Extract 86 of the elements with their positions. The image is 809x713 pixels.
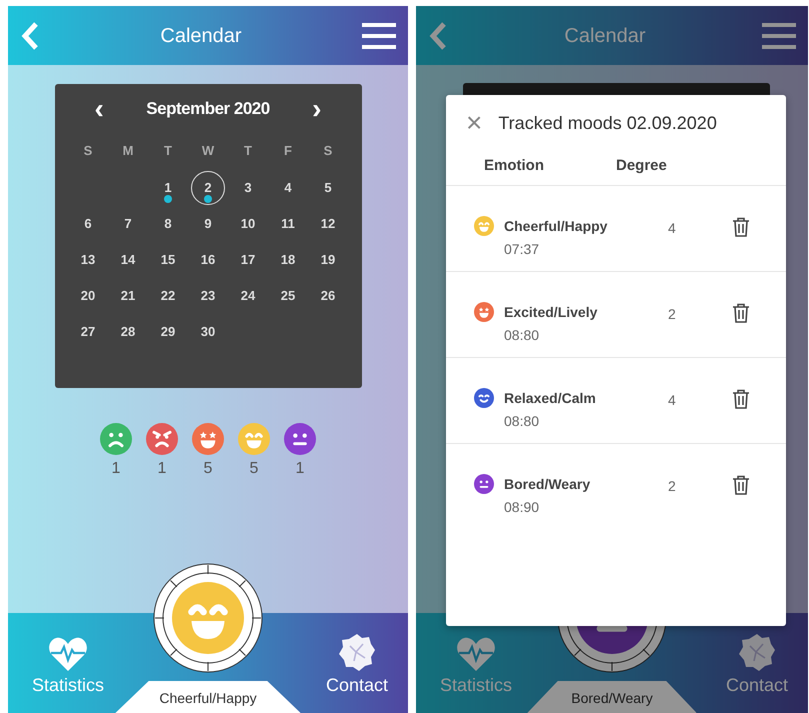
calendar-day[interactable]: 12 xyxy=(311,207,345,241)
cluster-icon xyxy=(338,632,376,672)
mood-count: 1 xyxy=(112,459,120,479)
calendar-day[interactable]: 14 xyxy=(111,243,145,277)
entry-time: 07:37 xyxy=(504,240,540,258)
dialog-title: Tracked moods 02.09.2020 xyxy=(498,112,717,134)
delete-button[interactable] xyxy=(732,302,750,326)
calendar-day[interactable]: 26 xyxy=(311,279,345,313)
calendar-day[interactable]: 17 xyxy=(231,243,265,277)
mood-face-icon xyxy=(146,423,178,455)
calendar-day[interactable]: 30 xyxy=(191,315,225,349)
mood-face-icon xyxy=(474,302,494,322)
calendar-day[interactable]: 28 xyxy=(111,315,145,349)
calendar-day[interactable]: 25 xyxy=(271,279,305,313)
calendar-day[interactable]: 15 xyxy=(151,243,185,277)
mood-face-icon xyxy=(238,423,270,455)
weekday-label: T xyxy=(243,142,253,160)
calendar-day[interactable]: 27 xyxy=(71,315,105,349)
calendar-day[interactable]: 9 xyxy=(191,207,225,241)
mood-count: 1 xyxy=(296,459,304,479)
column-header: Emotion xyxy=(484,156,545,176)
degree-value: 2 xyxy=(668,304,677,324)
mood-dial[interactable] xyxy=(153,563,263,673)
emotion-name: Bored/Weary xyxy=(504,474,590,494)
weekday-label: F xyxy=(283,142,293,160)
calendar-day[interactable]: 13 xyxy=(71,243,105,277)
degree-value: 4 xyxy=(668,218,677,238)
mood-face-icon xyxy=(100,423,132,455)
degree-value: 4 xyxy=(668,390,677,410)
weekday-label: S xyxy=(322,142,334,160)
entry-time: 08:80 xyxy=(504,412,540,430)
mood-face-icon xyxy=(474,474,494,494)
mood-count: 5 xyxy=(204,459,212,479)
calendar-day[interactable]: 4 xyxy=(271,171,305,205)
delete-button[interactable] xyxy=(732,388,750,412)
cluster-icon xyxy=(738,632,776,672)
calendar-day[interactable]: 18 xyxy=(271,243,305,277)
screen-title: Calendar xyxy=(160,24,242,48)
calendar-day[interactable]: 1 xyxy=(151,171,185,205)
entry-time: 08:80 xyxy=(504,326,540,344)
weekday-label: M xyxy=(122,142,134,160)
column-header: Degree xyxy=(616,156,667,176)
calendar-day[interactable]: 5 xyxy=(311,171,345,205)
mood-face-icon xyxy=(284,423,316,455)
calendar-day[interactable]: 3 xyxy=(231,171,265,205)
calendar-day[interactable]: 10 xyxy=(231,207,265,241)
prev-month-button[interactable]: ‹ xyxy=(90,95,108,123)
entry-time: 08:90 xyxy=(504,498,540,516)
calendar-day[interactable]: 7 xyxy=(111,207,145,241)
calendar-day[interactable]: 22 xyxy=(151,279,185,313)
emotion-name: Cheerful/Happy xyxy=(504,216,608,236)
mood-label: Cheerful/Happy xyxy=(115,681,301,713)
calendar-day[interactable]: 20 xyxy=(71,279,105,313)
mood-count: 5 xyxy=(250,459,258,479)
weekday-label: S xyxy=(82,142,94,160)
next-month-button[interactable]: › xyxy=(308,95,326,123)
mood-face-icon xyxy=(474,216,494,236)
calendar-day[interactable]: 11 xyxy=(271,207,305,241)
screen-title: Calendar xyxy=(564,24,646,48)
mood-face-icon xyxy=(192,423,224,455)
delete-button[interactable] xyxy=(732,216,750,240)
menu-button[interactable] xyxy=(362,22,396,50)
month-title: September 2020 xyxy=(146,98,270,120)
nav-contact-button[interactable]: Contact xyxy=(726,632,788,699)
calendar-day[interactable]: 16 xyxy=(191,243,225,277)
heart-pulse-icon xyxy=(456,636,496,672)
emotion-name: Relaxed/Calm xyxy=(504,388,596,408)
calendar-day[interactable]: 8 xyxy=(151,207,185,241)
delete-button[interactable] xyxy=(732,474,750,498)
menu-button[interactable] xyxy=(762,22,796,50)
close-button[interactable]: × xyxy=(466,109,482,137)
calendar-day[interactable]: 23 xyxy=(191,279,225,313)
calendar-day[interactable]: 29 xyxy=(151,315,185,349)
degree-value: 2 xyxy=(668,476,677,496)
calendar-day[interactable]: 6 xyxy=(71,207,105,241)
mood-face-icon xyxy=(474,388,494,408)
weekday-label: W xyxy=(200,142,216,160)
calendar-day[interactable]: 19 xyxy=(311,243,345,277)
calendar-day[interactable]: 21 xyxy=(111,279,145,313)
nav-contact-button[interactable]: Contact xyxy=(326,632,388,699)
heart-pulse-icon xyxy=(48,636,88,672)
mood-label: Bored/Weary xyxy=(527,681,697,713)
calendar-day[interactable]: 24 xyxy=(231,279,265,313)
emotion-name: Excited/Lively xyxy=(504,302,598,322)
mood-count: 1 xyxy=(158,459,166,479)
weekday-label: T xyxy=(163,142,173,160)
